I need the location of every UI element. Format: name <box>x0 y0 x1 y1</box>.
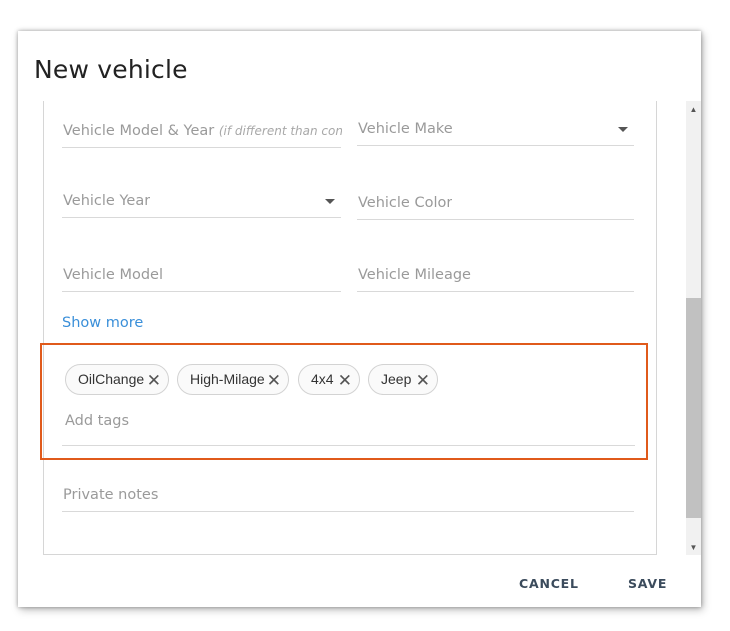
vehicle-model-year-field[interactable]: Vehicle Model & Year (if different than … <box>62 121 342 148</box>
vehicle-model-year-placeholder: Vehicle Model & Year <box>63 123 215 139</box>
private-notes-placeholder: Private notes <box>63 487 159 503</box>
show-more-link[interactable]: Show more <box>62 315 143 331</box>
tag-label: OilChange <box>78 371 145 387</box>
chevron-down-icon <box>325 199 335 204</box>
tag-label: Jeep <box>381 371 412 387</box>
tag-chip-jeep: Jeep ✕ <box>368 364 438 395</box>
new-vehicle-dialog: New vehicle Vehicle Model & Year (if dif… <box>18 31 701 607</box>
tag-chip-oilchange: OilChange ✕ <box>65 364 169 395</box>
scroll-down-arrow-icon[interactable]: ▼ <box>686 541 701 555</box>
add-tags-placeholder: Add tags <box>65 413 130 429</box>
close-icon[interactable]: ✕ <box>267 366 281 395</box>
vehicle-year-select[interactable]: Vehicle Year <box>62 191 341 218</box>
private-notes-field[interactable]: Private notes <box>62 485 634 512</box>
scroll-up-arrow-icon[interactable]: ▲ <box>686 103 701 117</box>
close-icon[interactable]: ✕ <box>416 366 430 395</box>
vehicle-color-field[interactable]: Vehicle Color <box>357 193 634 220</box>
dialog-title: New vehicle <box>34 55 188 84</box>
close-icon[interactable]: ✕ <box>338 366 352 395</box>
vehicle-make-placeholder: Vehicle Make <box>358 121 453 137</box>
vehicle-mileage-field[interactable]: Vehicle Mileage <box>357 265 634 292</box>
close-icon[interactable]: ✕ <box>147 366 161 395</box>
vehicle-model-year-hint: (if different than contac... <box>218 124 342 138</box>
scrollbar-thumb[interactable] <box>686 298 701 518</box>
vehicle-year-placeholder: Vehicle Year <box>63 193 151 209</box>
vehicle-make-select[interactable]: Vehicle Make <box>357 119 634 146</box>
tag-chip-high-milage: High-Milage ✕ <box>177 364 289 395</box>
tag-chip-4x4: 4x4 ✕ <box>298 364 360 395</box>
tag-label: High-Milage <box>190 371 265 387</box>
vehicle-mileage-placeholder: Vehicle Mileage <box>358 267 471 283</box>
vehicle-model-field[interactable]: Vehicle Model <box>62 265 341 292</box>
save-button[interactable]: SAVE <box>628 576 667 591</box>
cancel-button[interactable]: CANCEL <box>519 576 579 591</box>
content-scrollbar[interactable]: ▲ ▼ <box>686 101 701 555</box>
add-tags-input[interactable]: Add tags <box>62 403 635 446</box>
tag-label: 4x4 <box>311 371 334 387</box>
vehicle-model-placeholder: Vehicle Model <box>63 267 163 283</box>
vehicle-color-placeholder: Vehicle Color <box>358 195 453 211</box>
chevron-down-icon <box>618 127 628 132</box>
